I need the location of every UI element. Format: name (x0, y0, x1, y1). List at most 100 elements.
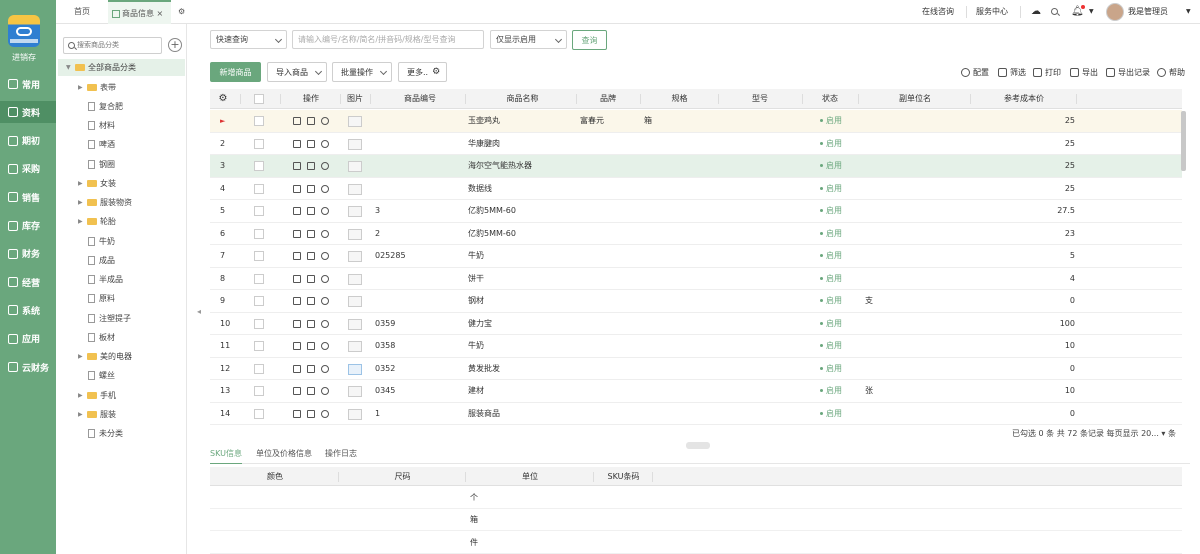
gear-icon[interactable]: ⚙ (432, 67, 440, 77)
print-button[interactable]: 打印 (1033, 66, 1061, 78)
gear-icon[interactable]: ⚙ (216, 89, 230, 109)
category-search[interactable] (63, 37, 162, 54)
disable-icon[interactable] (321, 229, 329, 238)
tab-operation-log[interactable]: 操作日志 (325, 448, 357, 464)
nav-item-1[interactable]: 资料 (0, 101, 56, 124)
import-product-button[interactable]: 导入商品 (267, 62, 327, 82)
delete-icon[interactable] (307, 342, 315, 350)
image-placeholder-icon[interactable] (348, 386, 362, 397)
row-checkbox[interactable] (254, 228, 264, 239)
chevron-right-icon[interactable]: ▶ (78, 199, 84, 206)
nav-item-6[interactable]: 财务 (0, 243, 56, 265)
image-placeholder-icon[interactable] (348, 116, 362, 127)
tree-node[interactable]: 板材 (79, 330, 115, 344)
cloud-icon[interactable]: ☁ (1031, 0, 1041, 24)
help-button[interactable]: 帮助 (1157, 66, 1185, 78)
chevron-right-icon[interactable]: ▶ (78, 392, 84, 399)
delete-icon[interactable] (307, 387, 315, 395)
edit-icon[interactable] (293, 409, 301, 418)
delete-icon[interactable] (307, 319, 315, 328)
chevron-down-icon[interactable]: ▼ (1089, 0, 1094, 24)
table-row[interactable]: 13 0345 建材 启用 张 10 (210, 380, 1182, 403)
table-row[interactable]: 2 华康腱肉 启用 25 (210, 133, 1182, 155)
col-spec[interactable]: 规格 (642, 89, 717, 109)
edit-icon[interactable] (293, 342, 301, 350)
disable-icon[interactable] (321, 342, 329, 350)
chevron-right-icon[interactable]: ▶ (78, 411, 84, 418)
edit-icon[interactable] (293, 229, 301, 238)
image-placeholder-icon[interactable] (348, 273, 362, 285)
edit-icon[interactable] (293, 162, 301, 170)
export-button[interactable]: 导出 (1070, 66, 1098, 78)
disable-icon[interactable] (321, 139, 329, 148)
col-name[interactable]: 商品名称 (470, 89, 575, 109)
disable-icon[interactable] (321, 387, 329, 395)
tree-node[interactable]: ▶ 轮胎 (78, 215, 116, 229)
row-checkbox[interactable] (254, 386, 264, 396)
edit-icon[interactable] (293, 139, 301, 148)
table-row[interactable]: ► 玉壶鸡丸 富春元 箱 启用 25 (210, 110, 1182, 133)
table-row[interactable]: 12 0352 黄发批发 启用 0 (210, 358, 1182, 380)
nav-item-4[interactable]: 销售 (0, 186, 56, 208)
table-row[interactable]: 8 饼干 启用 4 (210, 268, 1182, 290)
add-category-button[interactable]: + (168, 38, 182, 52)
gear-icon[interactable]: ⚙ (178, 0, 192, 24)
tab-product-info[interactable]: 商品信息 × (108, 0, 171, 24)
category-search-input[interactable] (77, 38, 157, 52)
chevron-right-icon[interactable]: ▶ (78, 180, 84, 187)
app-logo[interactable] (8, 15, 40, 47)
nav-item-5[interactable]: 库存 (0, 215, 56, 237)
disable-icon[interactable] (321, 252, 329, 260)
collapse-handle[interactable] (686, 442, 710, 449)
delete-icon[interactable] (307, 274, 315, 283)
tree-node[interactable]: ▶ 手机 (78, 388, 116, 402)
tree-node[interactable]: ▶ 表带 (78, 80, 116, 94)
table-row[interactable]: 11 0358 牛奶 启用 10 (210, 335, 1182, 358)
pagination-info[interactable]: 已勾选 0 条 共 72 条记录 每页显示 20... ▾ 条 (1012, 428, 1176, 439)
row-checkbox[interactable] (254, 161, 264, 171)
image-placeholder-icon[interactable] (348, 183, 362, 195)
nav-item-3[interactable]: 采购 (0, 158, 56, 180)
export-log-button[interactable]: 导出记录 (1106, 66, 1150, 78)
delete-icon[interactable] (307, 229, 315, 238)
image-placeholder-icon[interactable] (348, 138, 362, 150)
online-consult-link[interactable]: 在线咨询 (922, 0, 954, 24)
delete-icon[interactable] (307, 139, 315, 148)
edit-icon[interactable] (293, 117, 301, 125)
filter-button[interactable]: 筛选 (998, 66, 1026, 78)
bell-icon[interactable]: 🔔︎ (1071, 0, 1084, 24)
row-checkbox[interactable] (254, 408, 264, 419)
tree-node[interactable]: ▶ 美的电器 (78, 350, 132, 364)
edit-icon[interactable] (293, 387, 301, 395)
table-row[interactable]: 6 2 亿豹5MM-60 启用 23 (210, 223, 1182, 245)
chevron-down-icon[interactable]: ▼ (66, 64, 72, 71)
status-filter-select[interactable]: 仅显示启用 (490, 30, 567, 49)
row-checkbox[interactable] (254, 341, 264, 351)
delete-icon[interactable] (307, 364, 315, 373)
tree-node[interactable]: 钢圈 (79, 157, 115, 171)
tree-node[interactable]: ▶ 服装 (78, 407, 116, 421)
disable-icon[interactable] (321, 297, 329, 305)
image-placeholder-icon[interactable] (348, 251, 362, 262)
table-row[interactable]: 5 3 亿豹5MM-60 启用 27.5 (210, 200, 1182, 223)
query-button[interactable]: 查询 (572, 30, 607, 50)
edit-icon[interactable] (293, 207, 301, 215)
tree-node[interactable]: 注塑提子 (79, 311, 131, 325)
edit-icon[interactable] (293, 184, 301, 193)
row-checkbox[interactable] (254, 183, 264, 194)
tree-node[interactable]: ▶ 女装 (78, 176, 116, 190)
col-cost[interactable]: 参考成本价 (974, 89, 1074, 109)
image-placeholder-icon[interactable] (348, 408, 362, 420)
sku-row[interactable]: 箱 (210, 509, 1182, 532)
disable-icon[interactable] (321, 274, 329, 283)
table-row[interactable]: 3 海尔空气能热水器 启用 25 (210, 155, 1182, 178)
edit-icon[interactable] (293, 297, 301, 305)
sku-row[interactable]: 件 (210, 532, 1182, 554)
row-checkbox[interactable] (254, 273, 264, 284)
disable-icon[interactable] (321, 409, 329, 418)
quick-query-select[interactable]: 快速查询 (210, 30, 287, 49)
image-placeholder-icon[interactable] (348, 296, 362, 307)
row-checkbox[interactable] (254, 206, 264, 216)
image-placeholder-icon[interactable] (348, 206, 362, 217)
nav-item-10[interactable]: 云财务 (0, 356, 56, 378)
